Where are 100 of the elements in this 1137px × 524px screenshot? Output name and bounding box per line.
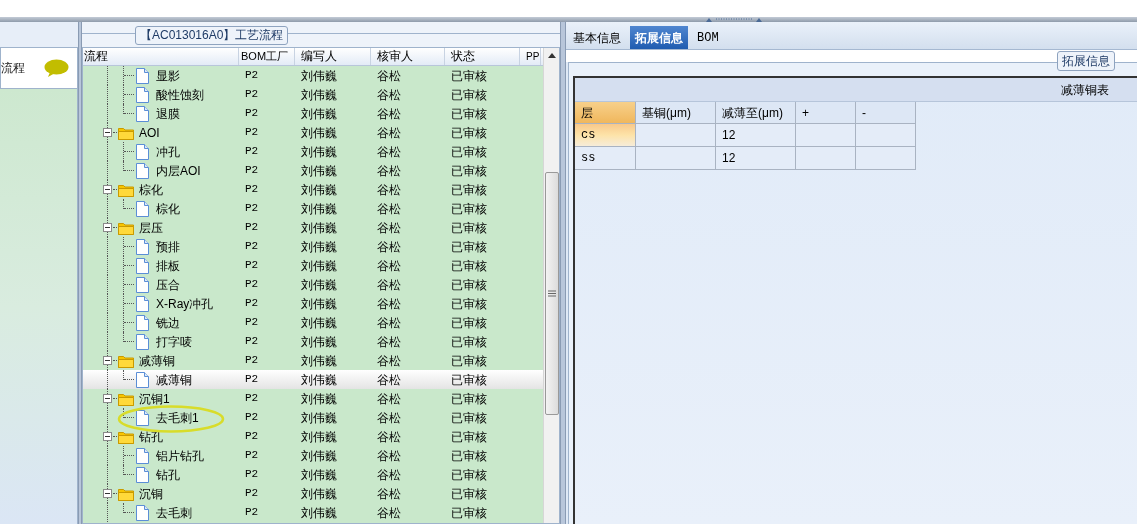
tree-label: 层压 [139,219,163,237]
column-header[interactable]: + [796,102,856,124]
table-cell-text: 刘伟巍 [300,124,338,142]
table-cell-text: 谷松 [376,504,402,522]
collapse-toggle[interactable] [103,394,112,403]
document-icon [136,371,149,388]
table-cell-text: P2 [244,429,260,445]
table-cell-text: P2 [244,486,260,502]
table-cell-text: 谷松 [376,314,402,332]
column-header[interactable]: 核审人 [371,48,445,65]
table-cell-text: 已审核 [450,352,488,370]
table-cell-text: 刘伟巍 [300,428,338,446]
collapse-toggle[interactable] [103,128,112,137]
table-cell [856,147,916,170]
table-cell-text: 刘伟巍 [300,390,338,408]
document-icon [136,409,149,426]
document-icon [136,200,149,217]
table-cell-text: 谷松 [376,447,402,465]
table-cell-text: 刘伟巍 [300,257,338,275]
document-icon [136,314,149,331]
column-header[interactable]: 减薄至(μm) [716,102,796,124]
tree-label: 排板 [156,257,180,275]
table-cell-text: 刘伟巍 [300,485,338,503]
document-icon [136,67,149,84]
table-cell-text: 刘伟巍 [300,447,338,465]
table-cell-text: 已审核 [450,219,488,237]
column-header[interactable]: 编写人 [295,48,371,65]
tree-label: 钻孔 [156,466,180,484]
collapse-toggle[interactable] [103,185,112,194]
tab[interactable]: 拓展信息 [630,26,688,49]
tree-label: 钻孔 [139,428,163,446]
table-cell-text: 谷松 [376,162,402,180]
splitter-grip-icon[interactable] [705,17,762,22]
tab[interactable]: BOM [692,26,724,49]
table-cell-text: 已审核 [450,314,488,332]
tree-label: 显影 [156,67,180,85]
document-icon [136,162,149,179]
column-header[interactable]: 层 [575,102,636,124]
table-cell-text: 已审核 [450,333,488,351]
table-cell-text: 已审核 [450,447,488,465]
table-cell-text: P2 [244,315,260,331]
table-cell-text: 谷松 [376,238,402,256]
table-cell [856,124,916,147]
tree-label: 减薄铜 [156,371,192,389]
tree-label: 铝片钻孔 [156,447,204,465]
tree-label: 棕化 [156,200,180,218]
group-title: 【AC013016A0】工艺流程 [135,26,289,45]
table-cell-text: P2 [244,106,260,122]
column-header[interactable]: 流程 [83,48,239,65]
tree-label: 去毛刺1 [156,409,199,427]
table-cell-text: 谷松 [376,200,402,218]
table-cell-text: 谷松 [376,371,402,389]
table-cell-text: 刘伟巍 [300,200,338,218]
column-header[interactable]: 基铜(μm) [636,102,716,124]
table-cell: 12 [716,147,796,170]
table-cell-text: 已审核 [450,504,488,522]
collapse-toggle[interactable] [103,432,112,441]
speech-bubble-icon [44,58,69,78]
table-cell-text: 已审核 [450,466,488,484]
table-cell-text: P2 [244,448,260,464]
column-header[interactable]: 状态 [445,48,520,65]
scrollbar-thumb[interactable] [544,172,559,415]
table-cell-text: 已审核 [450,409,488,427]
table-cell-text: P2 [244,201,260,217]
table-cell-text: 已审核 [450,162,488,180]
table-cell-text: 谷松 [376,333,402,351]
tab[interactable]: 基本信息 [568,26,626,49]
table-cell-text: 刘伟巍 [300,181,338,199]
table-cell-text: P2 [244,220,260,236]
panel-title: 流程 [1,60,25,77]
document-icon [136,447,149,464]
tree-label: 预排 [156,238,180,256]
table-cell-text: P2 [244,182,260,198]
table-cell-text: 刘伟巍 [300,314,338,332]
tree-label: 内层AOI [156,162,201,180]
table-cell-text: 谷松 [376,67,402,85]
table-cell-text: 谷松 [376,295,402,313]
tree-row[interactable]: 减薄铜 P2 刘伟巍 谷松 已审核 [83,370,543,389]
table-cell-text: 刘伟巍 [300,67,338,85]
tree-label: 冲孔 [156,143,180,161]
table-cell-text: 刘伟巍 [300,276,338,294]
collapse-toggle[interactable] [103,489,112,498]
column-header[interactable]: - [856,102,916,124]
table-cell [796,147,856,170]
table-cell: 12 [716,124,796,147]
table-cell-text: 已审核 [450,428,488,446]
table-cell-text: 刘伟巍 [300,409,338,427]
column-header[interactable]: PP [520,48,541,65]
table-cell-text: 已审核 [450,390,488,408]
folder-icon [118,220,134,235]
column-header[interactable]: BOM工厂 [239,48,295,65]
collapse-toggle[interactable] [103,223,112,232]
table-cell-text: 谷松 [376,257,402,275]
table-cell-text: P2 [244,467,260,483]
scrollbar[interactable] [543,48,559,523]
folder-icon [118,182,134,197]
tree-label: 沉铜1 [139,390,170,408]
table-cell-text: P2 [244,353,260,369]
collapse-toggle[interactable] [103,356,112,365]
document-icon [136,276,149,293]
